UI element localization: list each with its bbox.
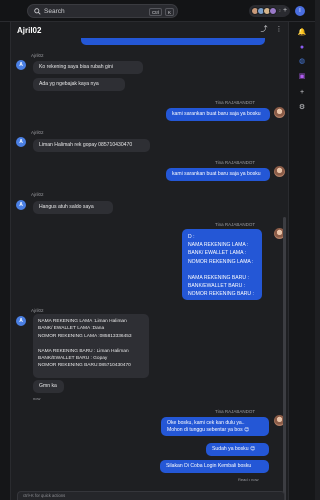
message-bubble: Gmn ka [33, 380, 64, 393]
sender-name: Tina RAJABANDOT [215, 100, 256, 105]
search-bar[interactable]: Search Ctrl K [27, 4, 178, 18]
avatar [274, 107, 285, 118]
sender-name: Tina RAJABANDOT [215, 222, 256, 227]
more-icon[interactable]: ⋮ [274, 25, 284, 35]
search-label: Search [44, 8, 65, 15]
left-sidebar [0, 22, 11, 500]
message-bubble: kami sarankan buat baru saja ya bosku [166, 108, 270, 121]
message-bubble: kami sarankan buat baru saja ya bosku [166, 168, 270, 181]
add-button[interactable]: + [280, 6, 290, 16]
message-bubble: Sudah ya bosku 😊 [206, 443, 269, 456]
sender-name: Tina RAJABANDOT [215, 409, 256, 414]
sender-name: Ajril02 [31, 192, 44, 197]
add-icon[interactable]: + [297, 88, 307, 98]
message-bubble-partial [81, 38, 265, 45]
share-icon[interactable]: ⤴ [259, 25, 269, 35]
chat-panel: Ajril02 ⤴ ⋮ Ajril02 A Ko rekening saya b… [11, 22, 289, 500]
chat-icon[interactable]: ● [297, 43, 307, 53]
composer-placeholder: ctrl+K for quick actions [23, 493, 66, 498]
message-bubble: Hangus atuh saldo saya [33, 201, 113, 214]
sender-name: Tina RAJABANDOT [215, 160, 256, 165]
sender-name: Ajril02 [31, 53, 44, 58]
avatar: A [16, 316, 26, 326]
avatar: A [16, 200, 26, 210]
settings-icon[interactable]: ⚙ [297, 103, 307, 113]
message-composer[interactable]: ctrl+K for quick actions [17, 491, 285, 500]
message-bubble: Ada yg ngebajak kaya nya [33, 78, 125, 91]
contacts-icon[interactable]: ◍ [297, 57, 307, 67]
scrollbar[interactable] [283, 217, 286, 500]
sender-name: Ajril02 [31, 130, 44, 135]
notification-icon[interactable]: 🔔 [297, 28, 307, 38]
message-timestamp: now [33, 396, 41, 401]
chat-title: Ajril02 [17, 26, 42, 35]
top-bar: Search Ctrl K 18 + I [0, 0, 315, 22]
profile-button[interactable]: I [295, 6, 305, 16]
right-sidebar: 🔔 ● ◍ ▣ + ⚙ [289, 22, 315, 500]
avatar: A [16, 137, 26, 147]
message-bubble: Liman Halimah rek gopay 085710430470 [33, 139, 150, 152]
message-bubble: Silakan Di Coba Login Kembali bosku [160, 460, 269, 473]
avatar [274, 166, 285, 177]
message-bubble: D : NAMA REKENING LAMA : BANK/ EWALLET L… [182, 229, 262, 300]
message-bubble: Ko rekening saya bisa rubah gini [33, 61, 143, 74]
chat-header: Ajril02 ⤴ ⋮ [11, 22, 289, 39]
inbox-icon[interactable]: ▣ [297, 72, 307, 82]
message-bubble: Oke bosku, kami cek kan dulu ya.. Mohon … [161, 417, 269, 436]
message-bubble: NAMA REKENING LAMA :Liman Haliman BANK/ … [33, 314, 149, 378]
search-icon [34, 8, 41, 15]
avatar [269, 7, 277, 15]
shortcut-ctrl: Ctrl [149, 8, 162, 16]
read-receipt: Read • now [238, 477, 259, 482]
sender-name: Ajril02 [31, 308, 44, 313]
avatar: A [16, 60, 26, 70]
shortcut-k: K [165, 8, 175, 16]
